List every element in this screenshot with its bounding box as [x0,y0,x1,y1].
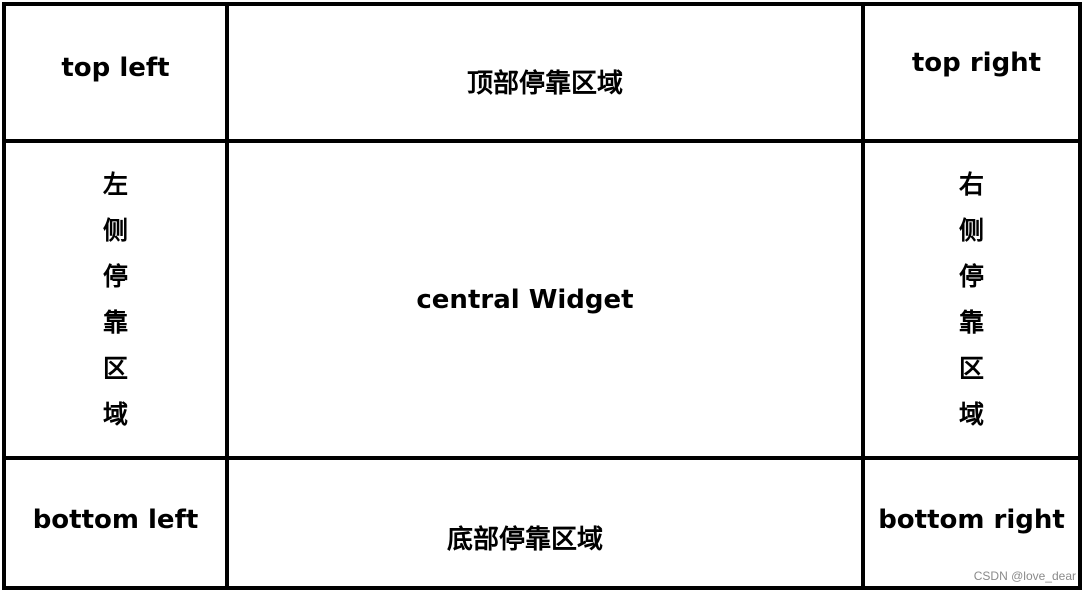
central-widget-label: central Widget [416,284,634,315]
top-dock-label: 顶部停靠区域 [466,69,623,99]
top-dock-area: 顶部停靠区域 [229,6,861,139]
left-dock-char: 靠 [102,307,128,337]
right-dock-char: 停 [958,261,984,291]
left-dock-area: 左 侧 停 靠 区 域 [6,143,225,456]
outer-border-right [1078,2,1082,590]
right-dock-char: 域 [958,399,984,429]
left-dock-char: 停 [102,261,128,291]
central-widget-area: central Widget [229,143,861,456]
bottom-right-corner: bottom right [865,460,1078,586]
right-dock-char: 区 [958,353,984,383]
bottom-dock-area: 底部停靠区域 [229,460,861,586]
bottom-dock-label: 底部停靠区域 [446,524,603,555]
top-right-label: top right [911,47,1042,78]
bottom-left-corner: bottom left [6,460,225,586]
right-dock-char: 右 [958,169,984,199]
bottom-right-label: bottom right [878,505,1065,535]
right-dock-area: 右 侧 停 靠 区 域 [865,143,1078,456]
outer-border-bottom [2,586,1082,590]
left-dock-char: 左 [102,169,128,199]
top-right-corner: top right [865,6,1078,139]
watermark: CSDN @love_dear [973,569,1076,583]
right-dock-char: 靠 [958,307,984,337]
bottom-left-label: bottom left [32,505,199,535]
left-dock-char: 域 [102,399,128,429]
top-left-label: top left [61,52,170,83]
left-dock-char: 区 [102,353,128,383]
right-dock-char: 侧 [958,215,984,245]
left-dock-char: 侧 [102,215,128,245]
top-left-corner: top left [6,6,225,139]
